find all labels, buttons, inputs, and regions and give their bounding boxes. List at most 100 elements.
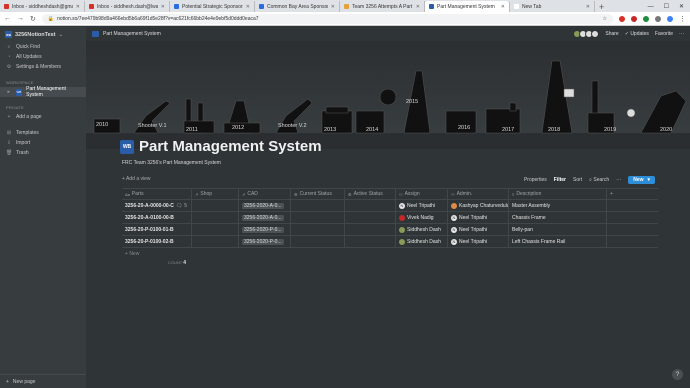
add-page-button[interactable]: + Add a page: [0, 112, 86, 122]
extension-icon[interactable]: [655, 15, 661, 22]
current-status-cell[interactable]: [291, 236, 345, 247]
assign-cell[interactable]: Siddhesh Dash: [396, 224, 448, 235]
forward-icon[interactable]: →: [17, 15, 24, 22]
active-status-cell[interactable]: [345, 224, 396, 235]
sidebar-item-part-management-system[interactable]: ▸ WB Part Management System: [0, 86, 86, 98]
add-property-column[interactable]: +: [607, 189, 658, 199]
admin-cell[interactable]: N Neel Tripathi: [448, 212, 509, 223]
column-header-admin-[interactable]: ⚇ Admin.: [448, 189, 509, 199]
description-cell[interactable]: Chassis Frame: [509, 212, 607, 223]
close-tab-icon[interactable]: ✕: [586, 4, 590, 10]
sort-button[interactable]: Sort: [573, 177, 582, 183]
active-status-cell[interactable]: [345, 200, 396, 211]
close-tab-icon[interactable]: ✕: [416, 4, 420, 10]
collaborator-avatars[interactable]: [573, 30, 600, 38]
properties-button[interactable]: Properties: [524, 177, 547, 183]
column-header-description[interactable]: ≡ Description: [509, 189, 607, 199]
extension-icon[interactable]: [631, 15, 637, 22]
page-title[interactable]: Part Management System: [139, 138, 322, 155]
sidebar-item-all-updates[interactable]: ◔ All Updates: [0, 52, 86, 62]
browser-tab[interactable]: Inbox - siddheshdash@gmail.co...✕: [0, 1, 85, 12]
profile-avatar[interactable]: [667, 15, 673, 22]
new-row-button[interactable]: + New: [122, 248, 658, 258]
help-button[interactable]: ?: [672, 369, 683, 380]
cad-relation[interactable]: 3256-2020-P-0...: [242, 238, 284, 245]
shop-cell[interactable]: [192, 236, 239, 247]
browser-tab[interactable]: Potential Strategic Sponsorship I...✕: [170, 1, 255, 12]
share-button[interactable]: Share: [605, 31, 618, 37]
shop-cell[interactable]: [192, 224, 239, 235]
extension-icon[interactable]: [619, 15, 625, 22]
chevron-right-icon[interactable]: ▸: [6, 89, 12, 95]
active-status-cell[interactable]: [345, 212, 396, 223]
cad-cell[interactable]: 3256-2020-A-0...: [239, 200, 291, 211]
close-tab-icon[interactable]: ✕: [161, 4, 165, 10]
description-cell[interactable]: Master Assembly: [509, 200, 607, 211]
admin-cell[interactable]: Kashyap Chaturvedula: [448, 200, 509, 211]
favorite-button[interactable]: Favorite: [655, 31, 673, 37]
cad-relation[interactable]: 3256-2020-A-0...: [242, 202, 284, 209]
search-button[interactable]: ⌕ Search: [589, 177, 609, 183]
browser-tab[interactable]: New Tab ✕: [510, 1, 595, 12]
column-header-active-status[interactable]: ⚙ Active Status: [345, 189, 396, 199]
close-tab-icon[interactable]: ✕: [76, 4, 80, 10]
comment-icon[interactable]: 🗨: [176, 203, 182, 209]
assign-cell[interactable]: Vivek Nadig: [396, 212, 448, 223]
column-header-cad[interactable]: ↗ CAD: [239, 189, 291, 199]
column-header-current-status[interactable]: ⚙ Current Status: [291, 189, 345, 199]
table-row[interactable]: 3256-20-A-0100-00-B 3256-2020-A-0... Vivek…: [122, 212, 658, 224]
part-number-cell[interactable]: 3256-20-A-0000-00-C 🗨 5: [122, 200, 192, 211]
part-number-cell[interactable]: 3256-20-A-0100-00-B: [122, 212, 192, 223]
browser-tab[interactable]: Common Bay Area Sponsors Mi...✕: [255, 1, 340, 12]
shop-cell[interactable]: [192, 212, 239, 223]
more-options-button[interactable]: ···: [679, 31, 684, 37]
close-tab-icon[interactable]: ✕: [246, 4, 250, 10]
add-view-button[interactable]: + Add a view: [122, 176, 151, 182]
cad-cell[interactable]: 3256-2020-A-0...: [239, 212, 291, 223]
assign-cell[interactable]: N Neel Tripathi: [396, 200, 448, 211]
reload-icon[interactable]: ↻: [30, 15, 36, 23]
close-tab-icon[interactable]: ✕: [331, 4, 335, 10]
breadcrumb[interactable]: Part Management System: [103, 31, 161, 37]
column-header-assign[interactable]: ⚇ Assign: [396, 189, 448, 199]
sidebar-item-templates[interactable]: ⊞ Templates: [0, 128, 86, 138]
table-row[interactable]: 3256-20-P-0100-02-B 3256-2020-P-0... Siddh…: [122, 236, 658, 248]
new-record-button[interactable]: New ▾: [628, 176, 655, 184]
back-icon[interactable]: ←: [4, 15, 11, 22]
cad-relation[interactable]: 3256-2020-P-0...: [242, 226, 284, 233]
page-description[interactable]: FRC Team 3256's Part Management System: [122, 160, 221, 166]
current-status-cell[interactable]: [291, 224, 345, 235]
description-cell[interactable]: Belly-pan: [509, 224, 607, 235]
page-icon[interactable]: WB: [120, 140, 134, 154]
add-property-icon[interactable]: +: [610, 191, 613, 197]
description-cell[interactable]: Left Chassis Frame Rail: [509, 236, 607, 247]
sidebar-item-trash[interactable]: 🗑 Trash: [0, 148, 86, 158]
close-icon[interactable]: ✕: [679, 3, 684, 10]
updates-button[interactable]: ✓ Updates: [625, 31, 649, 37]
cad-cell[interactable]: 3256-2020-P-0...: [239, 236, 291, 247]
part-number-cell[interactable]: 3256-20-P-0100-02-B: [122, 236, 192, 247]
close-tab-icon[interactable]: ✕: [501, 4, 505, 10]
active-status-cell[interactable]: [345, 236, 396, 247]
more-options-button[interactable]: ···: [616, 177, 621, 183]
sidebar-item-quick-find[interactable]: ⌕ Quick Find: [0, 42, 86, 52]
minimize-icon[interactable]: —: [648, 4, 654, 10]
sidebar-item-import[interactable]: ⇩ Import: [0, 138, 86, 148]
current-status-cell[interactable]: [291, 200, 345, 211]
filter-button[interactable]: Filter: [554, 177, 566, 183]
new-page-button[interactable]: + New page: [0, 374, 86, 388]
address-bar[interactable]: 🔒 notion.so/7ee479b98d9a466ebd5b6a69f1d5…: [41, 13, 613, 24]
part-number-cell[interactable]: 3256-20-P-0100-01-B: [122, 224, 192, 235]
column-header-parts[interactable]: Aa Parts: [122, 189, 192, 199]
cad-relation[interactable]: 3256-2020-A-0...: [242, 214, 284, 221]
menu-icon[interactable]: ⋮: [679, 15, 686, 23]
shop-cell[interactable]: [192, 200, 239, 211]
browser-tab[interactable]: Part Management System ✕: [425, 1, 510, 12]
star-icon[interactable]: ☆: [603, 16, 607, 22]
count-summary[interactable]: COUNT 4: [168, 260, 186, 266]
cad-cell[interactable]: 3256-2020-P-0...: [239, 224, 291, 235]
browser-tab[interactable]: Team 3256 Attempts A Part Ma...✕: [340, 1, 425, 12]
extension-icon[interactable]: [643, 15, 649, 22]
workspace-switcher[interactable]: WB 3256NotionTest ⌄: [0, 27, 86, 42]
admin-cell[interactable]: N Neel Tripathi: [448, 236, 509, 247]
